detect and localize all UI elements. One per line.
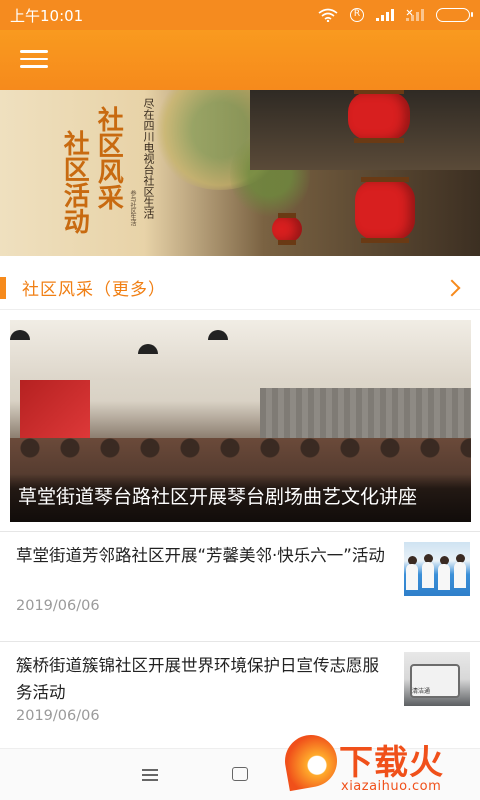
signal-icon — [376, 9, 394, 21]
lantern-icon — [348, 90, 410, 143]
featured-caption: 草堂街道琴台路社区开展琴台剧场曲艺文化讲座 — [10, 474, 471, 522]
hero-banner[interactable]: 社区风采 社区活动 尽在四川电视台社区生活 参与社区生活 — [0, 90, 480, 256]
hamburger-menu-icon[interactable] — [20, 50, 48, 70]
lantern-icon — [355, 177, 415, 243]
watermark-url: xiazaihuo.com — [341, 779, 442, 794]
news-title: 草堂街道芳邻路社区开展“芳馨美邻·快乐六一”活动 — [16, 546, 385, 565]
news-thumbnail — [404, 542, 470, 596]
recent-apps-icon[interactable] — [142, 769, 158, 784]
featured-article[interactable]: 草堂街道琴台路社区开展琴台剧场曲艺文化讲座 — [10, 320, 471, 522]
section-header-more[interactable]: 社区风采（更多） — [0, 266, 480, 310]
thumbnail-text: 清洁通 — [412, 688, 431, 695]
banner-title-1: 社区风采 — [93, 106, 124, 210]
status-icons: R — [318, 8, 473, 22]
section-accent-bar — [0, 276, 6, 299]
app-bar — [0, 30, 480, 90]
battery-icon — [436, 8, 473, 22]
no-signal-icon — [406, 9, 424, 21]
section-title: 社区风采（更多） — [22, 280, 166, 300]
list-item[interactable]: 簇桥街道簇锦社区开展世界环境保护日宣传志愿服务活动 2019/06/06 清洁通 — [0, 641, 480, 745]
news-title: 簇桥街道簇锦社区开展世界环境保护日宣传志愿服务活动 — [16, 656, 379, 702]
news-thumbnail: 清洁通 — [404, 652, 470, 706]
news-date: 2019/06/06 — [16, 708, 100, 724]
news-date: 2019/06/06 — [16, 598, 100, 614]
home-icon[interactable] — [232, 767, 248, 781]
chevron-right-icon[interactable] — [443, 279, 461, 296]
watermark-logo: 下载火 xiazaihuo.com — [280, 730, 480, 800]
r-badge-icon: R — [350, 8, 364, 22]
flame-icon — [280, 730, 342, 792]
banner-title-2: 社区活动 — [59, 130, 90, 234]
status-time: 上午10:01 — [10, 6, 84, 25]
banner-subtitle: 尽在四川电视台社区生活 — [142, 98, 155, 219]
featured-photo-ceiling — [10, 320, 471, 380]
list-item[interactable]: 草堂街道芳邻路社区开展“芳馨美邻·快乐六一”活动 2019/06/06 — [0, 531, 480, 635]
status-bar: 上午10:01 R — [0, 0, 480, 30]
lantern-icon — [272, 213, 302, 245]
wifi-icon — [318, 8, 338, 22]
watermark-name: 下载火 — [339, 743, 444, 783]
banner-tiny-text: 参与社区生活 — [129, 190, 136, 226]
